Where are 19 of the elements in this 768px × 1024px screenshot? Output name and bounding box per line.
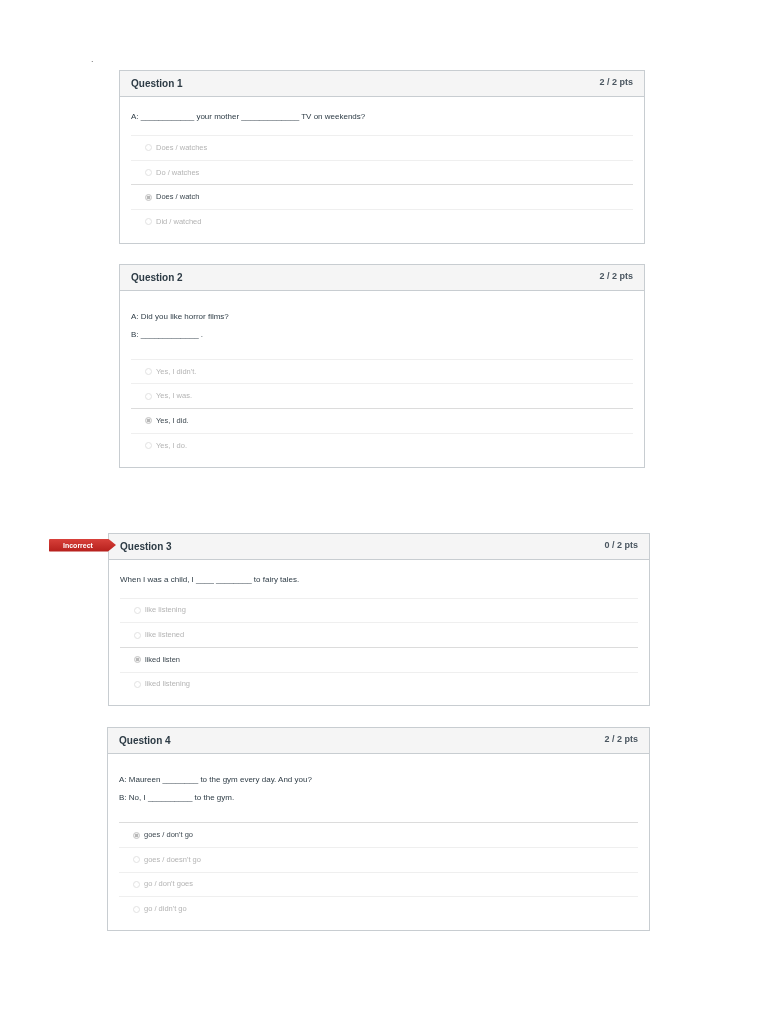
points-text: 2 / 2 pts (599, 270, 633, 281)
radio-button[interactable] (145, 417, 152, 425)
points-text: 0 / 2 pts (604, 539, 638, 550)
period-mark: . (91, 55, 94, 64)
radio-button[interactable] (134, 656, 141, 664)
question-text: A: Maureen ________ to the gym every day. And you? (119, 774, 313, 787)
question-text: B: No, I __________ to the gym. (119, 792, 236, 805)
question-text: B: _____________ . (131, 328, 205, 341)
radio-button[interactable] (133, 831, 140, 839)
question-title: Question 2 (131, 271, 183, 283)
points-text: 2 / 2 pts (604, 734, 638, 745)
question-text: A: Did you like horror films? (131, 310, 230, 323)
radio-button[interactable] (145, 193, 152, 201)
question-title: Question 3 (120, 540, 172, 552)
points-text: 2 / 2 pts (599, 77, 633, 87)
question-text: A: ____________ your mother _____________ TV on weekends? (131, 111, 367, 123)
question-title: Question 4 (119, 735, 171, 747)
question-text: When I was a child, I ____ ________ to fairy tales. (120, 573, 301, 586)
question-title: Question 1 (131, 78, 183, 89)
